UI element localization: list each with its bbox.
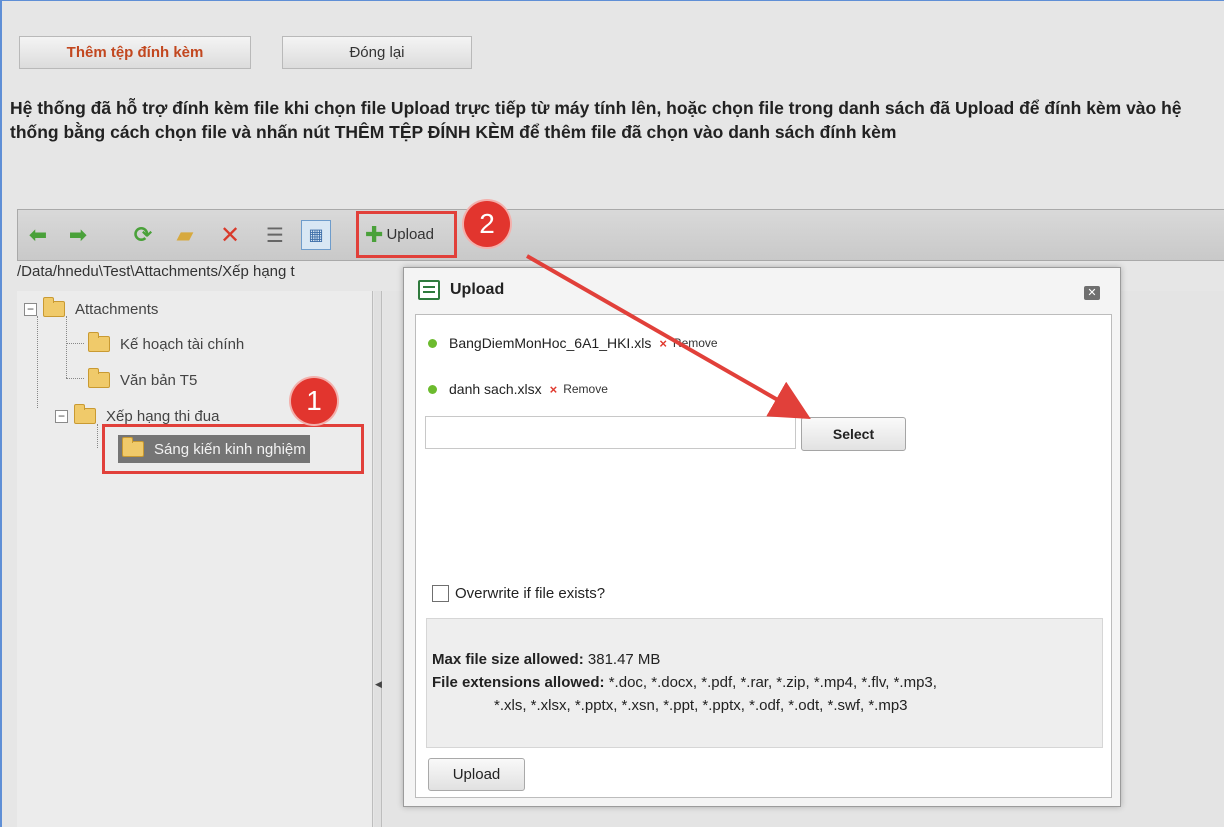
close-button[interactable]: Đóng lại bbox=[282, 36, 472, 69]
upload-icon: ✚ bbox=[365, 221, 384, 247]
toolbar-upload-button[interactable]: ✚ Upload bbox=[356, 211, 457, 258]
delete-icon[interactable]: ✕ bbox=[215, 220, 245, 250]
folder-icon bbox=[88, 368, 110, 388]
extensions-line-2: *.xls, *.xlsx, *.pptx, *.xsn, *.ppt, *.p… bbox=[494, 697, 908, 714]
tree-node-label: Xếp hạng thi đua bbox=[106, 407, 220, 425]
status-dot-icon bbox=[428, 384, 437, 394]
path-breadcrumb: /Data/hnedu\Test\Attachments/Xếp hạng t bbox=[17, 263, 295, 280]
grid-view-icon[interactable]: ▦ bbox=[301, 220, 331, 250]
add-attachment-button[interactable]: Thêm tệp đính kèm bbox=[19, 36, 251, 69]
overwrite-label: Overwrite if file exists? bbox=[455, 585, 606, 602]
select-file-button[interactable]: Select bbox=[801, 417, 906, 451]
step-badge-2: 2 bbox=[464, 201, 510, 247]
dialog-window-icon bbox=[418, 280, 440, 300]
app-frame: Thêm tệp đính kèm Đóng lại Hệ thống đã h… bbox=[0, 0, 1224, 827]
tree-node-label: Kế hoạch tài chính bbox=[120, 335, 245, 353]
tree-node-label: Văn bản T5 bbox=[120, 371, 198, 389]
notice-text: Hệ thống đã hỗ trợ đính kèm file khi chọ… bbox=[10, 98, 1182, 142]
overwrite-checkbox[interactable] bbox=[432, 585, 449, 602]
toolbar-upload-label: Upload bbox=[386, 226, 434, 243]
file-path-input[interactable] bbox=[425, 416, 796, 449]
extensions-label: File extensions allowed: bbox=[432, 674, 605, 691]
overwrite-option[interactable]: Overwrite if file exists? bbox=[432, 585, 605, 602]
refresh-icon[interactable]: ⟳ bbox=[128, 220, 158, 250]
folder-icon bbox=[122, 437, 144, 457]
tree-connector bbox=[66, 343, 84, 344]
status-dot-icon bbox=[428, 338, 437, 348]
folder-icon bbox=[88, 332, 110, 352]
selected-node-highlight[interactable]: Sáng kiến kinh nghiệm bbox=[118, 435, 310, 463]
upload-file-item: BangDiemMonHoc_6A1_HKI.xls × Remove bbox=[428, 335, 718, 351]
close-icon[interactable]: ✕ bbox=[1084, 286, 1100, 300]
list-view-icon[interactable]: ☰ bbox=[260, 220, 290, 250]
tree-node-sang-kien[interactable]: Sáng kiến kinh nghiệm bbox=[102, 424, 364, 474]
tree-connector bbox=[66, 378, 84, 379]
remove-x-icon[interactable]: × bbox=[659, 336, 667, 351]
tree-node-ke-hoach[interactable]: Kế hoạch tài chính bbox=[88, 331, 244, 357]
step-badge-1: 1 bbox=[291, 378, 337, 424]
max-size-value: 381.47 MB bbox=[587, 651, 661, 668]
extensions-line-1: *.doc, *.docx, *.pdf, *.rar, *.zip, *.mp… bbox=[608, 674, 937, 691]
dialog-header: Upload ✕ bbox=[404, 268, 1120, 312]
file-name: BangDiemMonHoc_6A1_HKI.xls bbox=[449, 335, 652, 351]
tree-node-label: Sáng kiến kinh nghiệm bbox=[154, 440, 306, 458]
max-size-label: Max file size allowed: bbox=[432, 651, 584, 668]
tree-connector bbox=[66, 316, 67, 378]
dialog-title: Upload bbox=[450, 281, 505, 298]
upload-dialog: Upload ✕ BangDiemMonHoc_6A1_HKI.xls × Re… bbox=[403, 267, 1121, 807]
panel-splitter[interactable]: ◀ bbox=[374, 291, 382, 827]
remove-x-icon[interactable]: × bbox=[550, 382, 558, 397]
upload-limits-info: Max file size allowed: 381.47 MB File ex… bbox=[426, 618, 1103, 748]
forward-arrow-icon[interactable]: ➡ bbox=[63, 220, 93, 250]
max-size-row: Max file size allowed: 381.47 MB bbox=[432, 648, 1102, 671]
remove-link[interactable]: Remove bbox=[673, 336, 718, 350]
folder-icon bbox=[43, 297, 65, 317]
back-arrow-icon[interactable]: ⬅ bbox=[23, 220, 53, 250]
collapse-toggle-icon[interactable]: − bbox=[55, 409, 68, 423]
tree-connector bbox=[37, 316, 38, 408]
file-name: danh sach.xlsx bbox=[449, 381, 542, 397]
remove-link[interactable]: Remove bbox=[563, 382, 608, 396]
file-manager-toolbar: ⬅ ➡ ⟳ ▰ ✕ ☰ ▦ ✚ Upload bbox=[17, 209, 1224, 261]
upload-file-item: danh sach.xlsx × Remove bbox=[428, 381, 608, 397]
tree-node-label: Attachments bbox=[75, 300, 159, 318]
tree-node-van-ban[interactable]: Văn bản T5 bbox=[88, 367, 197, 393]
tree-node-attachments[interactable]: − Attachments bbox=[24, 296, 158, 322]
collapse-arrow-icon[interactable]: ◀ bbox=[375, 679, 382, 690]
new-folder-icon[interactable]: ▰ bbox=[170, 220, 200, 250]
folder-icon bbox=[74, 404, 96, 424]
upload-submit-button[interactable]: Upload bbox=[428, 758, 525, 791]
collapse-toggle-icon[interactable]: − bbox=[24, 302, 37, 316]
extensions-row: File extensions allowed: *.doc, *.docx, … bbox=[432, 671, 1102, 694]
dialog-body: BangDiemMonHoc_6A1_HKI.xls × Remove danh… bbox=[415, 314, 1112, 798]
